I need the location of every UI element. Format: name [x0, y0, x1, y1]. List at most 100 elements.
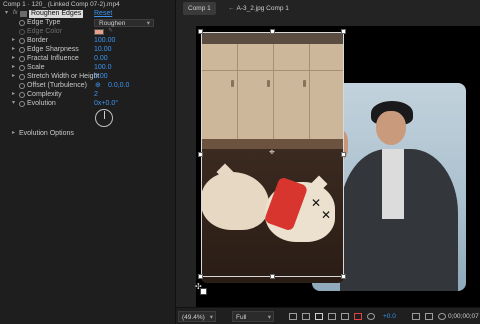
color-swatch-icon[interactable] [438, 313, 446, 320]
anchor-point-icon[interactable]: ⌖ [267, 148, 277, 158]
breadcrumb-arrow-icon: ← [228, 5, 235, 12]
twirl-right-icon[interactable]: ▸ [12, 129, 15, 138]
evolution-angle-dial[interactable] [95, 109, 113, 127]
stopwatch-icon[interactable] [19, 91, 25, 98]
effect-name[interactable]: Roughen Edges [29, 9, 84, 18]
fast-previews-icon[interactable] [289, 313, 297, 320]
property-offset[interactable]: Offset (Turbulence) ⊕ 0.0,0.0 [0, 81, 176, 90]
effect-controls-header: Comp 1 · 120_ (Linked Comp 07-2).mp4 [3, 1, 120, 8]
transform-handle[interactable] [198, 152, 203, 157]
property-fractal-influence[interactable]: ▸ Fractal Influence 0.00 [0, 54, 176, 63]
twirl-down-icon[interactable]: ▾ [12, 99, 15, 108]
property-evolution[interactable]: ▾ Evolution 0x+0.0° [0, 99, 176, 108]
stopwatch-icon[interactable] [19, 55, 25, 62]
property-edge-color: Edge Color ✎ [0, 27, 176, 36]
property-complexity[interactable]: ▸ Complexity 2 [0, 90, 176, 99]
composition-bottom-bar: (49.4%) ▾ Full ▾ +0.0 0;00;00;07 [176, 307, 480, 324]
stopwatch-icon[interactable] [19, 46, 25, 53]
twirl-down-icon[interactable]: ▾ [5, 9, 8, 18]
composition-panel: Comp 1 ← A-3_2.jpg Comp 1 ✕ ✕ ⌖ ✣ (49.4%… [176, 0, 480, 324]
stopwatch-icon[interactable] [19, 100, 25, 107]
fx-toggle-icon[interactable]: fx [13, 9, 18, 18]
chevron-down-icon: ▾ [267, 314, 271, 321]
channel-icon[interactable] [354, 313, 362, 320]
reset-button[interactable]: Reset [94, 9, 112, 18]
composition-viewer[interactable]: ✕ ✕ ⌖ [196, 26, 480, 307]
property-label: Border [27, 37, 49, 44]
property-stretch[interactable]: ▸ Stretch Width or Height 0.00 [0, 72, 176, 81]
exposure-value[interactable]: +0.0 [383, 311, 396, 322]
transform-handle[interactable] [341, 29, 346, 34]
resolution-dropdown[interactable]: Full ▾ [232, 311, 274, 322]
property-label: Edge Color [27, 28, 63, 35]
effect-controls-panel: Comp 1 · 120_ (Linked Comp 07-2).mp4 ▾ f… [0, 0, 176, 324]
stopwatch-icon[interactable] [19, 37, 25, 44]
twirl-right-icon[interactable]: ▸ [12, 90, 15, 99]
effect-preset-icon [20, 10, 27, 17]
border-value[interactable]: 100.00 [94, 36, 115, 45]
region-of-interest-icon[interactable] [200, 288, 207, 295]
offset-value[interactable]: 0.0,0.0 [108, 81, 129, 90]
composition-tabbar: Comp 1 ← A-3_2.jpg Comp 1 [176, 0, 480, 17]
edge-type-value: Roughen [99, 19, 126, 27]
stopwatch-icon[interactable] [19, 73, 25, 80]
stopwatch-icon[interactable] [19, 64, 25, 71]
fractal-influence-value[interactable]: 0.00 [94, 54, 108, 63]
chevron-down-icon: ▾ [209, 314, 213, 321]
property-label: Scale [27, 64, 45, 71]
property-border[interactable]: ▸ Border 100.00 [0, 36, 176, 45]
person-shirt [382, 149, 404, 219]
property-label: Offset (Turbulence) [27, 82, 87, 89]
show-snapshot-icon[interactable] [425, 313, 433, 320]
stretch-value[interactable]: 0.00 [94, 72, 108, 81]
property-label: Edge Sharpness [27, 46, 79, 53]
mask-visibility-icon[interactable] [315, 313, 323, 320]
exposure-reset-icon[interactable] [367, 313, 375, 320]
crosshair-icon[interactable]: ⊕ [95, 81, 101, 90]
property-edge-sharpness[interactable]: ▸ Edge Sharpness 10.00 [0, 45, 176, 54]
snapshot-camera-icon[interactable] [412, 313, 420, 320]
complexity-value[interactable]: 2 [94, 90, 98, 99]
property-label: Edge Type [27, 19, 61, 26]
person-face [376, 111, 406, 145]
transform-handle[interactable] [270, 29, 275, 34]
property-scale[interactable]: ▸ Scale 100.0 [0, 63, 176, 72]
edge-sharpness-value[interactable]: 10.00 [94, 45, 112, 54]
stopwatch-icon[interactable] [19, 19, 25, 26]
grid-toggle-icon[interactable] [302, 313, 310, 320]
twirl-right-icon[interactable]: ▸ [12, 45, 15, 54]
twirl-right-icon[interactable]: ▸ [12, 63, 15, 72]
current-time-display[interactable]: 0;00;00;07 [448, 311, 479, 322]
transform-handle[interactable] [198, 29, 203, 34]
magnification-value: (49.4%) [182, 314, 205, 321]
breadcrumb[interactable]: ← A-3_2.jpg Comp 1 [223, 2, 294, 15]
region-icon[interactable] [341, 313, 349, 320]
property-label: Evolution [27, 100, 56, 107]
edge-type-dropdown[interactable]: Roughen ▾ [94, 18, 154, 27]
eyedropper-icon: ✎ [108, 28, 114, 34]
property-label: Fractal Influence [27, 55, 79, 62]
property-label: Complexity [27, 91, 62, 98]
twirl-right-icon[interactable]: ▸ [12, 72, 15, 81]
transform-handle[interactable] [198, 274, 203, 279]
property-label: Stretch Width or Height [27, 73, 100, 80]
property-edge-type[interactable]: Edge Type Roughen ▾ [0, 18, 176, 27]
twirl-right-icon[interactable]: ▸ [12, 54, 15, 63]
transparency-grid-icon[interactable] [328, 313, 336, 320]
evolution-options-label: Evolution Options [19, 130, 74, 137]
scale-value[interactable]: 100.0 [94, 63, 112, 72]
stopwatch-icon [19, 28, 25, 35]
transform-handle[interactable] [270, 274, 275, 279]
transform-handle[interactable] [341, 274, 346, 279]
resolution-value: Full [236, 314, 247, 321]
breadcrumb-label: A-3_2.jpg Comp 1 [236, 5, 289, 12]
tab-comp-1[interactable]: Comp 1 [183, 2, 216, 15]
effect-row-roughen-edges[interactable]: ▾ fx Roughen Edges Reset [0, 9, 176, 18]
stopwatch-icon[interactable] [19, 82, 25, 89]
edge-color-swatch [94, 28, 104, 35]
magnification-dropdown[interactable]: (49.4%) ▾ [178, 311, 216, 322]
twirl-right-icon[interactable]: ▸ [12, 36, 15, 45]
evolution-options-group[interactable]: ▸ Evolution Options [0, 129, 176, 138]
evolution-value[interactable]: 0x+0.0° [94, 99, 118, 108]
transform-handle[interactable] [341, 152, 346, 157]
